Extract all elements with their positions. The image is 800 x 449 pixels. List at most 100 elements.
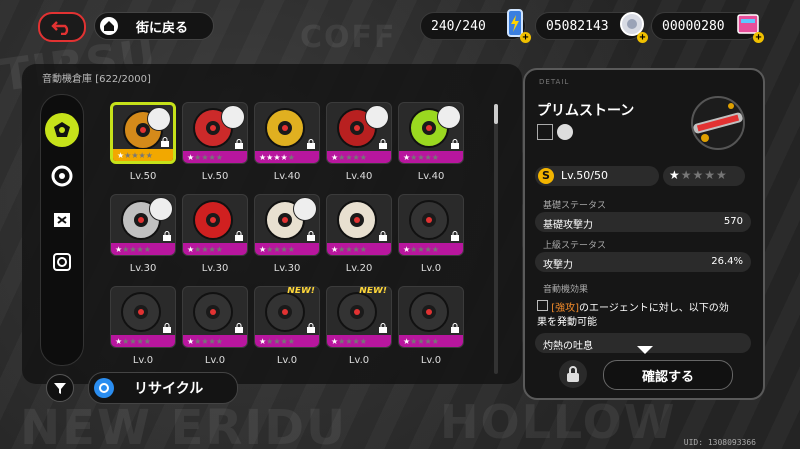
- wengine-card[interactable]: ★★★★★: [182, 102, 248, 164]
- battery-plus-button[interactable]: +: [520, 32, 531, 43]
- star-rating: ★★★★★: [259, 153, 295, 162]
- tab-wengine[interactable]: [45, 113, 79, 147]
- wengine-card[interactable]: ★★★★★ NEW!: [326, 286, 392, 348]
- attack-type-icon: [537, 124, 553, 140]
- wengine-level: Lv.50: [129, 171, 157, 182]
- inventory-title: 音動機倉庫: [42, 74, 92, 85]
- star-rating: ★★★★★: [403, 153, 439, 162]
- base-stats-heading: 基礎ステータス: [543, 201, 607, 211]
- advanced-stat-name: 攻撃力: [543, 260, 573, 271]
- lock-icon: [235, 323, 243, 333]
- wengine-preview-image: [691, 96, 745, 150]
- effect-heading: 音動機効果: [543, 285, 589, 295]
- star-rating: ★★★★★: [403, 337, 439, 346]
- wengine-card[interactable]: ★★★★★: [110, 194, 176, 256]
- disc-icon: [51, 165, 73, 187]
- wengine-level: Lv.30: [129, 263, 157, 274]
- lock-icon: [379, 323, 387, 333]
- confirm-button[interactable]: 確認する: [603, 360, 733, 390]
- recycle-button[interactable]: リサイクル: [88, 372, 238, 404]
- back-button[interactable]: [38, 12, 86, 42]
- base-stat-row: 基礎攻撃力 570: [535, 212, 751, 232]
- agent-avatar: [557, 124, 573, 140]
- wengine-card[interactable]: ★★★★★: [254, 194, 320, 256]
- wengine-card[interactable]: ★★★★★: [326, 102, 392, 164]
- level-s-icon: S: [538, 168, 554, 184]
- denny-plus-button[interactable]: +: [637, 32, 648, 43]
- scrollbar-thumb[interactable]: [494, 104, 498, 124]
- lock-icon: [163, 231, 171, 241]
- wengine-card[interactable]: ★★★★★ NEW!: [254, 286, 320, 348]
- film-counter[interactable]: 00000280 +: [651, 12, 764, 43]
- wengine-card[interactable]: ★★★★★: [254, 102, 320, 164]
- wengine-card[interactable]: ★★★★★: [398, 286, 464, 348]
- return-to-town-button[interactable]: 街に戻る: [94, 12, 214, 40]
- new-badge: NEW!: [359, 286, 387, 296]
- wengine-card[interactable]: ★★★★★: [398, 102, 464, 164]
- wengine-level: Lv.0: [132, 355, 154, 366]
- wengine-level: Lv.30: [273, 263, 301, 274]
- lock-icon: [307, 231, 315, 241]
- star-rating: ★★★★★: [115, 245, 151, 254]
- recycle-label: リサイクル: [134, 381, 204, 397]
- home-icon: [100, 17, 118, 35]
- equipped-agent-avatar: [149, 197, 173, 221]
- wengine-card[interactable]: ★★★★★: [326, 194, 392, 256]
- wengine-card[interactable]: ★★★★★: [110, 286, 176, 348]
- wengine-card[interactable]: ★★★★★: [182, 194, 248, 256]
- denny-counter[interactable]: 05082143 +: [535, 12, 648, 43]
- back-arrow-icon: [51, 21, 69, 35]
- wengine-level: Lv.0: [348, 355, 370, 366]
- film-plus-button[interactable]: +: [753, 32, 764, 43]
- inventory-count: [622/2000]: [95, 74, 151, 85]
- wengine-card[interactable]: ★★★★★: [398, 194, 464, 256]
- wengine-level: Lv.40: [417, 171, 445, 182]
- tab-disc[interactable]: [45, 159, 79, 193]
- lock-icon: [451, 139, 459, 149]
- level-value: Lv.50/50: [561, 169, 608, 182]
- film-value: 00000280: [662, 18, 725, 34]
- lock-icon: [163, 323, 171, 333]
- advanced-stat-value: 26.4%: [711, 256, 743, 267]
- wengine-name: プリムストーン: [537, 103, 635, 119]
- equipped-agent-avatar: [365, 105, 389, 129]
- star-rating: ★★★★★: [259, 245, 295, 254]
- wengine-level: Lv.50: [201, 171, 229, 182]
- tab-materials[interactable]: [45, 203, 79, 237]
- materials-icon: [54, 213, 70, 227]
- star-rating: ★★★★★: [187, 153, 223, 162]
- inventory-scrollbar[interactable]: [494, 104, 498, 374]
- inventory-panel: 音動機倉庫 [622/2000] ★★★★★ Lv.50 ★★★★★ Lv.50 ★★★…: [22, 64, 522, 384]
- lock-button[interactable]: [559, 360, 587, 388]
- advanced-stats-heading: 上級ステータス: [543, 241, 607, 251]
- base-stat-name: 基礎攻撃力: [543, 220, 593, 231]
- wengine-level: Lv.0: [420, 355, 442, 366]
- wengine-level: Lv.30: [201, 263, 229, 274]
- wengine-card[interactable]: ★★★★★: [110, 102, 176, 164]
- wengine-card[interactable]: ★★★★★: [182, 286, 248, 348]
- lock-icon: [307, 323, 315, 333]
- base-stat-value: 570: [723, 216, 743, 227]
- expand-chevron-icon[interactable]: [637, 346, 653, 354]
- new-badge: NEW!: [287, 286, 315, 296]
- lock-icon: [235, 139, 243, 149]
- star-rating: ★★★★★: [331, 337, 367, 346]
- wengine-level: Lv.40: [345, 171, 373, 182]
- star-rating: ★★★★★: [403, 245, 439, 254]
- recycle-icon: [94, 378, 114, 398]
- wengine-level: Lv.0: [276, 355, 298, 366]
- wengine-level: Lv.0: [420, 263, 442, 274]
- filter-button[interactable]: [46, 374, 74, 402]
- effect-name: 灼熱の吐息: [543, 341, 593, 352]
- star-rating: ★★★★★: [331, 245, 367, 254]
- top-bar: 街に戻る 240/240 + 05082143 + 00000280 +: [0, 0, 800, 56]
- effect-attack-icon: [537, 300, 548, 311]
- advanced-stat-row: 攻撃力 26.4%: [535, 252, 751, 272]
- tab-tapes[interactable]: [45, 245, 79, 279]
- star-rating: ★★★★★: [331, 153, 367, 162]
- battery-counter[interactable]: 240/240 +: [420, 9, 531, 43]
- level-pill: S Lv.50/50: [535, 166, 659, 186]
- detail-stars: ★★★★★: [669, 168, 728, 182]
- effect-text-1: のエージェントに対し、以下の効: [579, 303, 729, 314]
- star-rating: ★★★★★: [187, 245, 223, 254]
